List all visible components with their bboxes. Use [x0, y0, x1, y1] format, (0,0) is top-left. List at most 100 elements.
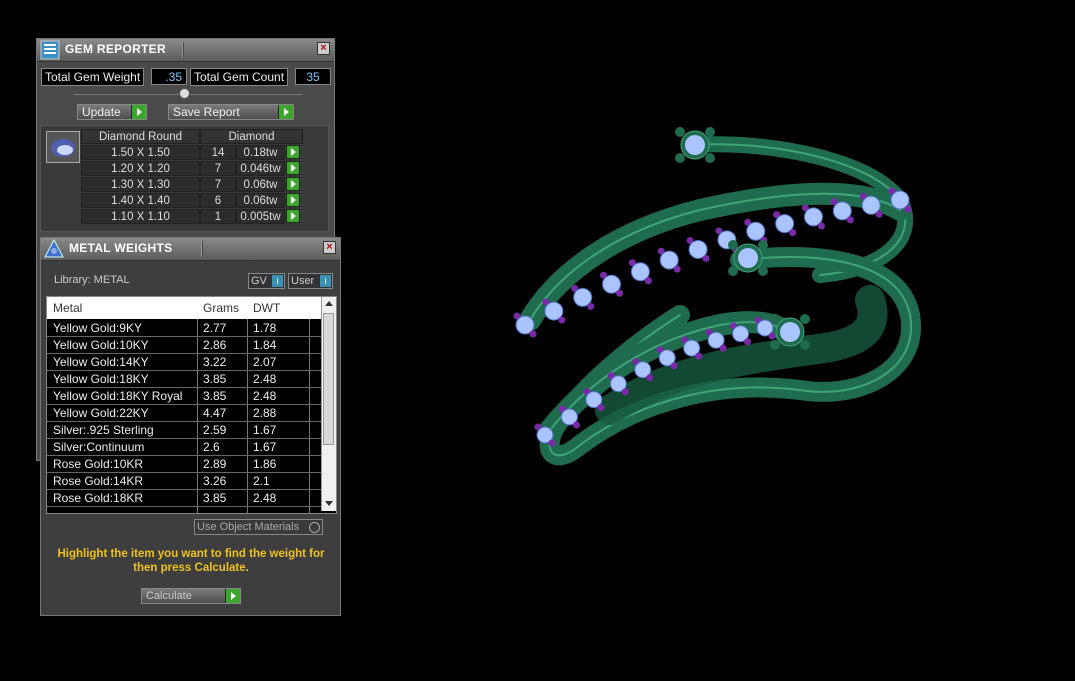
metal-dwt: 1.67: [253, 440, 277, 454]
prong: [646, 374, 654, 382]
select-gem-button[interactable]: [286, 177, 300, 191]
save-report-button[interactable]: Save Report: [168, 104, 294, 120]
metal-name: Rose Gold:18KR: [53, 491, 144, 505]
gem-weight: 0.06tw: [236, 193, 285, 208]
metal-dwt: 1.78: [253, 321, 277, 335]
gv-toggle[interactable]: GV i: [248, 273, 285, 289]
gem-table-row[interactable]: 1.20 X 1.20 7 0.046tw: [81, 161, 321, 177]
prong: [587, 302, 595, 310]
metal-name: Rose Gold:14KR: [53, 474, 144, 488]
prong: [904, 205, 912, 213]
metal-row[interactable]: Silver:Continuum 2.6 1.67: [47, 438, 321, 456]
metal-name: Silver:Continuum: [53, 440, 145, 454]
metal-scrollbar[interactable]: [321, 297, 336, 511]
scroll-thumb[interactable]: [323, 313, 334, 445]
radio-icon: [309, 522, 320, 533]
metal-dwt: 2.48: [253, 491, 277, 505]
metal-row[interactable]: Silver:.925 Sterling 2.59 1.67: [47, 421, 321, 439]
metal-name: Yellow Gold:10KY: [53, 338, 149, 352]
solitaire-top: [675, 127, 715, 163]
user-label: User: [291, 275, 315, 287]
play-icon: [225, 589, 240, 603]
metal-weights-title: METAL WEIGHTS: [69, 241, 173, 255]
gem-table-row[interactable]: 1.40 X 1.40 6 0.06tw: [81, 193, 321, 209]
prong: [789, 229, 797, 237]
metal-grams: 3.85: [203, 491, 227, 505]
metal-dwt: 1.86: [253, 457, 277, 471]
total-gem-weight-field[interactable]: .35: [151, 68, 187, 85]
metal-row[interactable]: Rose Gold:18KR 3.85 2.48: [47, 489, 321, 507]
gem-qty: 7: [200, 161, 236, 176]
metal-weights-titlebar[interactable]: METAL WEIGHTS ×: [41, 238, 340, 261]
save-report-label: Save Report: [173, 105, 240, 119]
metal-dwt: 2.48: [253, 372, 277, 386]
library-label: Library: METAL: [54, 274, 130, 286]
user-toggle[interactable]: User i: [288, 273, 333, 289]
total-gem-count-label: Total Gem Count: [190, 68, 289, 86]
metal-dwt: 2.1: [253, 474, 270, 488]
total-gem-count-field[interactable]: 35: [295, 68, 331, 85]
update-button[interactable]: Update: [77, 104, 147, 120]
calculate-button[interactable]: Calculate: [141, 588, 241, 604]
use-object-materials-button[interactable]: Use Object Materials: [194, 519, 323, 535]
gem-weight: 0.18tw: [236, 145, 285, 160]
metal-grams: 3.85: [203, 389, 227, 403]
select-gem-button[interactable]: [286, 209, 300, 223]
gem-size: 1.30 X 1.30: [81, 177, 200, 192]
titlebar-divider: [201, 241, 203, 257]
gem-table-row[interactable]: 1.10 X 1.10 1 0.005tw: [81, 209, 321, 225]
metal-row[interactable]: Rose Gold:10KR 2.89 1.86: [47, 455, 321, 473]
play-icon: [278, 105, 293, 119]
scroll-down-icon[interactable]: [325, 501, 333, 506]
metal-name: Yellow Gold:18KY: [53, 372, 149, 386]
prong: [719, 344, 727, 352]
metal-row[interactable]: Yellow Gold:14KY 3.22 2.07: [47, 353, 321, 371]
close-icon[interactable]: ×: [323, 241, 336, 254]
metal-grams: 2.86: [203, 338, 227, 352]
metal-row[interactable]: Yellow Gold:22KY 4.47 2.88: [47, 404, 321, 422]
gv-label: GV: [251, 275, 267, 287]
gem-weight: 0.005tw: [236, 209, 285, 224]
metal-row[interactable]: Rose Gold:14KR 3.26 2.1: [47, 472, 321, 490]
prong: [621, 388, 629, 396]
select-gem-button[interactable]: [286, 161, 300, 175]
ring-3d-view[interactable]: [480, 100, 950, 490]
diamond-icon: [51, 139, 75, 157]
metal-grams: 2.89: [203, 457, 227, 471]
metal-name: Yellow Gold:14KY: [53, 355, 149, 369]
prong: [695, 352, 703, 360]
metal-dwt: 2.88: [253, 406, 277, 420]
gem-table-header: Diamond Round Diamond: [81, 129, 303, 145]
gem-reporter-titlebar[interactable]: GEM REPORTER ×: [37, 39, 334, 62]
prong: [846, 216, 854, 224]
metal-name: Yellow Gold:22KY: [53, 406, 149, 420]
metal-grams: 2.59: [203, 423, 227, 437]
metal-row[interactable]: Yellow Gold:9KY 2.77 1.78: [47, 319, 321, 337]
prong: [817, 222, 825, 230]
metal-row[interactable]: Yellow Gold:18KY Royal 3.85 2.48: [47, 387, 321, 405]
metal-grams: 2.6: [203, 440, 220, 454]
gem-table-row[interactable]: 1.50 X 1.50 14 0.18tw: [81, 145, 321, 161]
metal-grams: 4.47: [203, 406, 227, 420]
col-metal: Metal: [53, 301, 83, 315]
metal-row[interactable]: Yellow Gold:10KY 2.86 1.84: [47, 336, 321, 354]
metal-grams: 3.26: [203, 474, 227, 488]
metal-row[interactable]: Yellow Gold:18KY 3.85 2.48: [47, 370, 321, 388]
gem-table-row[interactable]: 1.30 X 1.30 7 0.06tw: [81, 177, 321, 193]
metal-name: Yellow Gold:18KY Royal: [53, 389, 183, 403]
splitter-handle[interactable]: [179, 88, 190, 99]
metal-grams: 3.85: [203, 372, 227, 386]
select-gem-button[interactable]: [286, 193, 300, 207]
metal-grams: 2.77: [203, 321, 227, 335]
select-gem-button[interactable]: [286, 145, 300, 159]
close-icon[interactable]: ×: [317, 42, 330, 55]
metal-dwt: 2.07: [253, 355, 277, 369]
prong: [670, 362, 678, 370]
gem-size: 1.50 X 1.50: [81, 145, 200, 160]
diamond-thumbnail[interactable]: [46, 131, 80, 163]
col-grams: Grams: [203, 301, 239, 315]
gem-report-icon: [40, 40, 60, 60]
use-object-materials-label: Use Object Materials: [197, 521, 300, 533]
gem-weight: 0.046tw: [236, 161, 285, 176]
scroll-up-icon[interactable]: [325, 301, 333, 306]
